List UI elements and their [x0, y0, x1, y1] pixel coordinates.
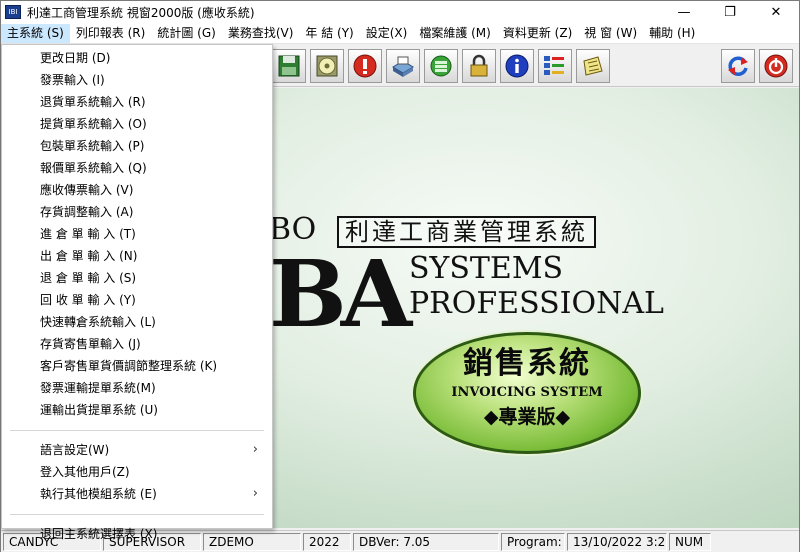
badge-english-title: INVOICING SYSTEM — [451, 385, 603, 400]
menu-item-return-entry[interactable]: 退貨單系統輸入 (R) — [2, 91, 272, 113]
menu-item-stock-return-entry[interactable]: 退 倉 單 輸 入 (S) — [2, 267, 272, 289]
menu-item-consignment-price-adjust[interactable]: 客戶寄售單貨價調節整理系統 (K) — [2, 355, 272, 377]
status-db-version: DBVer: 7.05 — [353, 532, 499, 551]
main-system-dropdown: 更改日期 (D) 發票輸入 (I) 退貨單系統輸入 (R) 提貨單系統輸入 (O… — [1, 44, 273, 541]
status-program-label: Program: — [501, 532, 565, 551]
menu-bar: 主系統 (S) 列印報表 (R) 統計圖 (G) 業務查找(V) 年 結 (Y)… — [1, 23, 799, 44]
menu-file-maintenance[interactable]: 檔案維護 (M) — [413, 24, 497, 43]
menu-item-stock-out-entry[interactable]: 出 倉 單 輸 入 (N) — [2, 245, 272, 267]
list-icon — [544, 56, 564, 75]
info-icon — [505, 54, 529, 78]
diskette-button[interactable] — [272, 49, 306, 83]
info-button[interactable] — [500, 49, 534, 83]
lock-icon — [470, 54, 488, 77]
printer-button[interactable] — [386, 49, 420, 83]
status-program-time: 13/10/2022 3:29: — [567, 532, 667, 551]
cd-button[interactable] — [310, 49, 344, 83]
menu-item-quick-transfer-entry[interactable]: 快速轉倉系統輸入 (L) — [2, 311, 272, 333]
diskette-icon — [278, 55, 300, 77]
logo-letters: BA — [269, 240, 412, 348]
status-numlock: NUM — [669, 532, 711, 551]
status-year: 2022 — [303, 532, 351, 551]
notepad-icon — [583, 56, 603, 76]
menu-item-consignment-stock-entry[interactable]: 存貨寄售單輸入 (J) — [2, 333, 272, 355]
power-button[interactable] — [759, 49, 793, 83]
menu-item-recovery-entry[interactable]: 回 收 單 輸 入 (Y) — [2, 289, 272, 311]
list-button[interactable] — [538, 49, 572, 83]
menu-data-update[interactable]: 資料更新 (Z) — [497, 24, 578, 43]
invoicing-badge: 銷售系統 INVOICING SYSTEM ◆專業版◆ — [413, 332, 641, 454]
menu-item-label: 執行其他模組系統 (E) — [40, 487, 157, 501]
logo-professional: PROFESSIONAL — [409, 286, 664, 321]
menu-window[interactable]: 視 窗 (W) — [578, 24, 643, 43]
cd-icon — [316, 55, 338, 77]
window-controls: — ❐ ✕ — [661, 1, 799, 23]
menu-separator — [10, 514, 264, 515]
menu-charts[interactable]: 統計圖 (G) — [151, 24, 221, 43]
printer-icon — [392, 56, 414, 77]
stop-button[interactable] — [348, 49, 382, 83]
window-title: 利達工商管理系統 視窗2000版 (應收系統) — [27, 5, 255, 20]
power-icon — [764, 54, 788, 78]
menu-help[interactable]: 輔助 (H) — [643, 24, 701, 43]
database-icon — [430, 55, 452, 77]
menu-main-system[interactable]: 主系統 (S) — [1, 23, 70, 43]
menu-separator — [10, 430, 264, 431]
minimize-button[interactable]: — — [661, 1, 707, 23]
menu-item-shipping-delivery-bill[interactable]: 運輸出貨提單系統 (U) — [2, 399, 272, 421]
badge-chinese-title: 銷售系統 — [463, 346, 591, 381]
menu-item-login-other-user[interactable]: 登入其他用戶(Z) — [2, 461, 272, 483]
notepad-button[interactable] — [576, 49, 610, 83]
menu-settings[interactable]: 設定(X) — [360, 24, 414, 43]
stop-icon — [353, 54, 377, 78]
menu-item-quotation-entry[interactable]: 報價單系統輸入 (Q) — [2, 157, 272, 179]
menu-item-change-date[interactable]: 更改日期 (D) — [2, 47, 272, 69]
title-bar[interactable]: IBI 利達工商管理系統 視窗2000版 (應收系統) — ❐ ✕ — [1, 1, 799, 23]
app-window: IBI 利達工商管理系統 視窗2000版 (應收系統) — ❐ ✕ 主系統 (S… — [0, 0, 800, 552]
menu-item-delivery-order-entry[interactable]: 提貨單系統輸入 (O) — [2, 113, 272, 135]
badge-edition: ◆專業版◆ — [483, 406, 571, 428]
menu-item-invoice-shipping-bill[interactable]: 發票運輸提單系統(M) — [2, 377, 272, 399]
menu-business-lookup[interactable]: 業務查找(V) — [222, 24, 300, 43]
menu-year-end[interactable]: 年 結 (Y) — [299, 24, 359, 43]
chevron-right-icon: › — [252, 486, 258, 501]
menu-item-run-other-module[interactable]: 執行其他模組系統 (E) › — [2, 483, 272, 505]
chevron-right-icon: › — [252, 442, 258, 457]
menu-print-reports[interactable]: 列印報表 (R) — [70, 24, 152, 43]
close-button[interactable]: ✕ — [753, 1, 799, 23]
refresh-button[interactable] — [721, 49, 755, 83]
menu-item-receivable-voucher-entry[interactable]: 應收傳票輸入 (V) — [2, 179, 272, 201]
logo-systems: SYSTEMS — [409, 251, 564, 286]
menu-item-packing-list-entry[interactable]: 包裝單系統輸入 (P) — [2, 135, 272, 157]
menu-item-return-main-menu[interactable]: 退回主系統選擇表 (X) — [2, 523, 272, 545]
menu-item-label: 語言設定(W) — [40, 443, 110, 457]
app-icon[interactable]: IBI — [5, 5, 21, 19]
menu-item-stock-adjustment-entry[interactable]: 存貨調整輸入 (A) — [2, 201, 272, 223]
maximize-button[interactable]: ❐ — [707, 1, 753, 23]
menu-item-stock-in-entry[interactable]: 進 倉 單 輸 入 (T) — [2, 223, 272, 245]
refresh-icon — [728, 56, 748, 76]
database-button[interactable] — [424, 49, 458, 83]
menu-item-language-settings[interactable]: 語言設定(W) › — [2, 439, 272, 461]
menu-item-invoice-entry[interactable]: 發票輸入 (I) — [2, 69, 272, 91]
lock-button[interactable] — [462, 49, 496, 83]
